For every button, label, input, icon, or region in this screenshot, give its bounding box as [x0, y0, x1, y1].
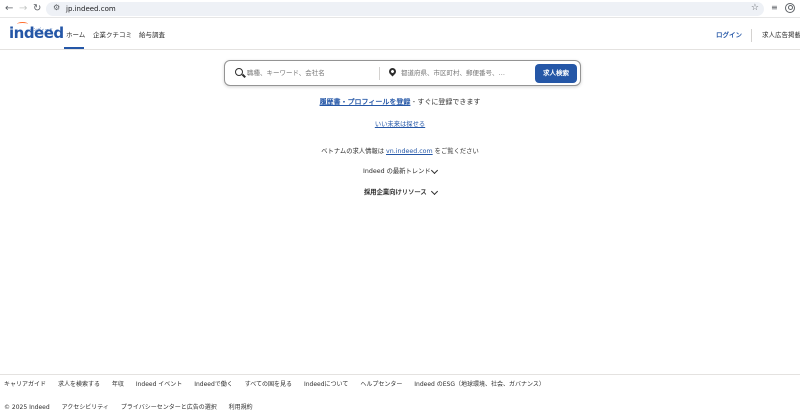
footer-link-work-at-indeed[interactable]: Indeedで働く	[194, 381, 233, 388]
extensions-icon[interactable]: ≡	[771, 3, 778, 12]
header-divider	[751, 29, 752, 42]
copyright: © 2025 Indeed	[4, 404, 50, 411]
forward-arrow-icon[interactable]: →	[19, 3, 27, 15]
find-jobs-button[interactable]: 求人検索	[535, 64, 577, 83]
footer-link-countries[interactable]: すべての国を見る	[245, 381, 292, 388]
tagline-link[interactable]: いい未来は探せる	[375, 121, 425, 128]
footer-links-primary: キャリアガイド 求人を検索する 年収 Indeed イベント Indeedで働く…	[4, 380, 555, 389]
address-bar-url[interactable]: jp.indeed.com	[66, 4, 116, 14]
resume-cta: 履歴書・プロフィールを登録 - すぐに登録できます	[0, 97, 800, 107]
reload-icon[interactable]: ↻	[33, 3, 41, 15]
browser-toolbar: ← → ↻ ⚙ jp.indeed.com ☆ ≡	[0, 0, 800, 18]
footer-link-salaries[interactable]: 年収	[112, 381, 124, 388]
resume-cta-suffix: - すぐに登録できます	[410, 98, 481, 106]
footer-link-events[interactable]: Indeed イベント	[136, 381, 182, 388]
chevron-down-icon[interactable]	[430, 187, 439, 196]
nav-home-active-indicator	[64, 47, 84, 49]
upload-resume-link[interactable]: 履歴書・プロフィールを登録	[320, 98, 411, 106]
site-header: インディード indeed ホーム 企業クチコミ 給与調査 ログイン 求人広告掲…	[0, 18, 800, 50]
country-redirect-suffix: をご覧ください	[432, 148, 479, 155]
location-pin-icon	[387, 66, 398, 77]
post-job-link[interactable]: 求人広告掲載	[762, 31, 800, 40]
footer-link-esg[interactable]: Indeed のESG（地球環境、社会、ガバナンス）	[414, 381, 545, 388]
login-link[interactable]: ログイン	[716, 31, 742, 40]
search-icon	[235, 68, 243, 76]
footer-link-terms[interactable]: 利用規約	[229, 404, 253, 411]
footer-link-privacy[interactable]: プライバシーセンターと広告の選択	[121, 404, 217, 411]
where-input[interactable]	[401, 66, 529, 80]
nav-home[interactable]: ホーム	[66, 31, 85, 40]
footer-link-about[interactable]: Indeedについて	[304, 381, 348, 388]
tagline: いい未来は探せる	[0, 120, 800, 129]
indeed-logo[interactable]: インディード indeed	[9, 22, 64, 42]
back-arrow-icon[interactable]: ←	[5, 3, 13, 15]
employer-resources-toggle[interactable]: 採用企業向けリソース	[364, 188, 427, 197]
vn-site-link[interactable]: vn.indeed.com	[386, 148, 433, 155]
footer-link-browse-jobs[interactable]: 求人を検索する	[58, 381, 100, 388]
profile-icon[interactable]	[785, 3, 795, 13]
bookmark-star-icon[interactable]: ☆	[751, 3, 759, 13]
logo-swoosh	[17, 22, 28, 26]
site-settings-icon[interactable]: ⚙	[53, 3, 60, 12]
footer-link-career-guide[interactable]: キャリアガイド	[4, 381, 46, 388]
footer-link-help-center[interactable]: ヘルプセンター	[360, 381, 402, 388]
footer-link-accessibility[interactable]: アクセシビリティ	[62, 404, 109, 411]
logo-kana: インディード	[29, 27, 53, 32]
footer-links-legal: © 2025 Indeed アクセシビリティ プライバシーセンターと広告の選択 …	[4, 403, 263, 412]
address-bar[interactable]: ⚙ jp.indeed.com ☆	[46, 2, 764, 16]
what-input[interactable]	[247, 66, 372, 80]
job-search-form: 求人検索	[224, 60, 581, 86]
site-footer: キャリアガイド 求人を検索する 年収 Indeed イベント Indeedで働く…	[0, 374, 800, 413]
chevron-down-icon[interactable]	[430, 166, 439, 175]
country-redirect-prefix: ベトナムの求人情報は	[321, 148, 387, 155]
search-divider	[379, 67, 380, 80]
nav-company-reviews[interactable]: 企業クチコミ	[93, 31, 132, 40]
country-redirect: ベトナムの求人情報は vn.indeed.com をご覧ください	[0, 147, 800, 156]
trends-toggle[interactable]: Indeed の最新トレンド	[363, 167, 431, 176]
nav-salary[interactable]: 給与調査	[139, 31, 165, 40]
